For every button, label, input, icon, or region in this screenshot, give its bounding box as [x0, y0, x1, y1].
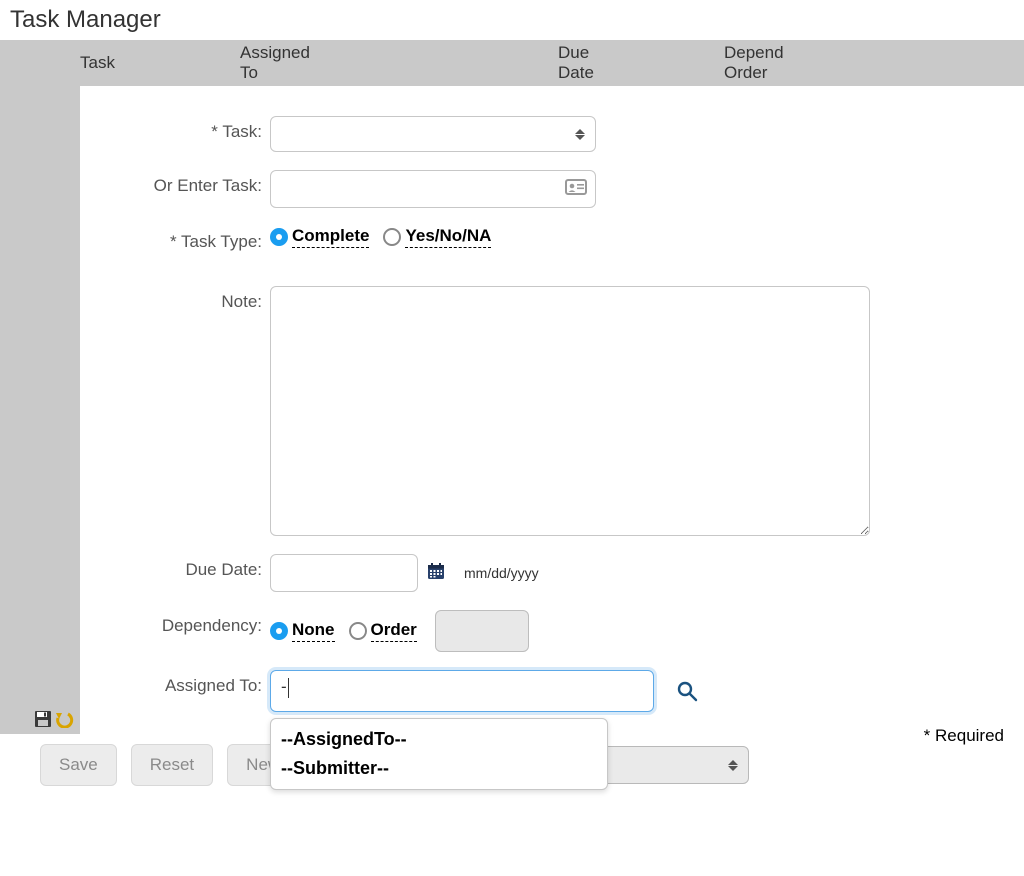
- undo-icon[interactable]: [54, 710, 74, 728]
- task-select[interactable]: [270, 116, 596, 152]
- calendar-icon[interactable]: [426, 561, 446, 586]
- task-type-radio-group: Complete Yes/No/NA: [270, 226, 491, 248]
- dependency-none-option[interactable]: None: [270, 620, 335, 642]
- radio-selected-icon: [270, 228, 288, 246]
- dependency-order-input[interactable]: [435, 610, 529, 652]
- or-enter-task-input[interactable]: [270, 170, 596, 208]
- task-type-complete-option[interactable]: Complete: [270, 226, 369, 248]
- page-title: Task Manager: [0, 0, 1024, 40]
- search-icon[interactable]: [676, 680, 698, 702]
- note-label: Note:: [80, 286, 270, 312]
- dependency-label: Dependency:: [80, 610, 270, 636]
- dependency-order-option[interactable]: Order: [349, 620, 417, 642]
- left-rail: [0, 86, 80, 734]
- col-header-due-date: Due Date: [558, 43, 724, 82]
- save-disk-icon[interactable]: [34, 710, 52, 728]
- radio-unselected-icon: [383, 228, 401, 246]
- due-date-input[interactable]: [270, 554, 418, 592]
- assigned-to-label: Assigned To:: [80, 670, 270, 696]
- col-header-depend-order: Depend Order: [724, 43, 1024, 82]
- assigned-to-input[interactable]: -: [270, 670, 654, 712]
- table-header-row: Task Assigned To Due Date Depend Order: [0, 40, 1024, 86]
- radio-unselected-icon: [349, 622, 367, 640]
- task-label: * Task:: [80, 116, 270, 142]
- assigned-to-dropdown: --AssignedTo-- --Submitter--: [270, 718, 608, 790]
- note-textarea[interactable]: [270, 286, 870, 536]
- id-card-icon: [565, 178, 587, 201]
- col-header-assigned-to: Assigned To: [240, 43, 558, 82]
- due-date-label: Due Date:: [80, 554, 270, 580]
- due-date-hint: mm/dd/yyyy: [464, 565, 539, 581]
- reset-button[interactable]: Reset: [131, 744, 213, 786]
- task-type-label: * Task Type:: [80, 226, 270, 252]
- save-button[interactable]: Save: [40, 744, 117, 786]
- dropdown-item-submitter[interactable]: --Submitter--: [271, 754, 607, 783]
- or-enter-task-label: Or Enter Task:: [80, 170, 270, 196]
- chevron-updown-icon: [575, 126, 587, 142]
- radio-selected-icon: [270, 622, 288, 640]
- col-header-task: Task: [80, 53, 240, 73]
- chevron-updown-icon: [728, 757, 740, 773]
- task-type-yesno-option[interactable]: Yes/No/NA: [383, 226, 491, 248]
- required-note: * Required: [924, 726, 1004, 746]
- dependency-radio-group: None Order: [270, 610, 529, 652]
- dropdown-item-assignedto[interactable]: --AssignedTo--: [271, 725, 607, 754]
